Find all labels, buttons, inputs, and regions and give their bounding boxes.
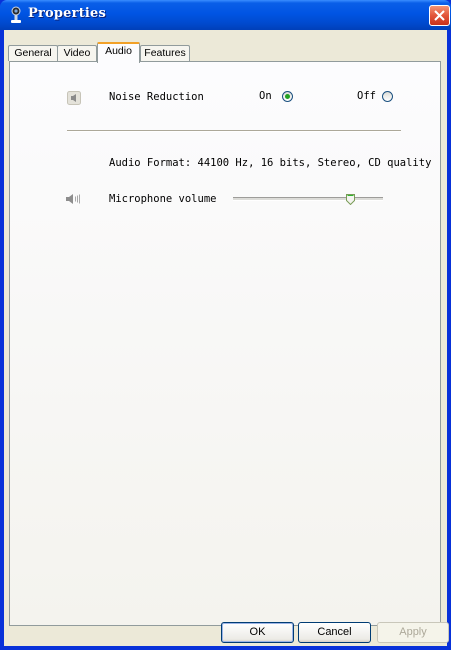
microphone-volume-label: Microphone volume: [109, 193, 217, 205]
noise-off-radio[interactable]: [382, 91, 393, 102]
properties-window: Properties General Video Audio Features …: [0, 0, 451, 650]
audio-tab-panel: [9, 61, 441, 626]
tab-features[interactable]: Features: [140, 45, 190, 61]
title-bar[interactable]: Properties: [0, 0, 451, 30]
microphone-volume-thumb[interactable]: [345, 194, 355, 205]
tab-general[interactable]: General: [8, 45, 58, 61]
close-icon: [434, 10, 445, 21]
audio-format-text: Audio Format: 44100 Hz, 16 bits, Stereo,…: [109, 157, 432, 169]
window-title: Properties: [28, 6, 107, 21]
cancel-button[interactable]: Cancel: [298, 622, 371, 643]
volume-icon: [66, 194, 80, 204]
noise-on-label[interactable]: On: [259, 90, 272, 102]
noise-off-label[interactable]: Off: [357, 90, 376, 102]
tab-video[interactable]: Video: [57, 45, 97, 61]
microphone-volume-track[interactable]: [233, 197, 383, 201]
webcam-app-icon: [11, 6, 21, 23]
close-button[interactable]: [429, 5, 450, 26]
noise-reduction-label: Noise Reduction: [109, 91, 204, 103]
noise-on-radio[interactable]: [282, 91, 293, 102]
ok-button[interactable]: OK: [221, 622, 294, 643]
tab-audio[interactable]: Audio: [97, 42, 140, 63]
section-divider: [67, 130, 401, 132]
apply-button[interactable]: Apply: [377, 622, 449, 643]
dialog-client-area: General Video Audio Features: [4, 30, 447, 646]
speaker-icon: [67, 91, 81, 105]
